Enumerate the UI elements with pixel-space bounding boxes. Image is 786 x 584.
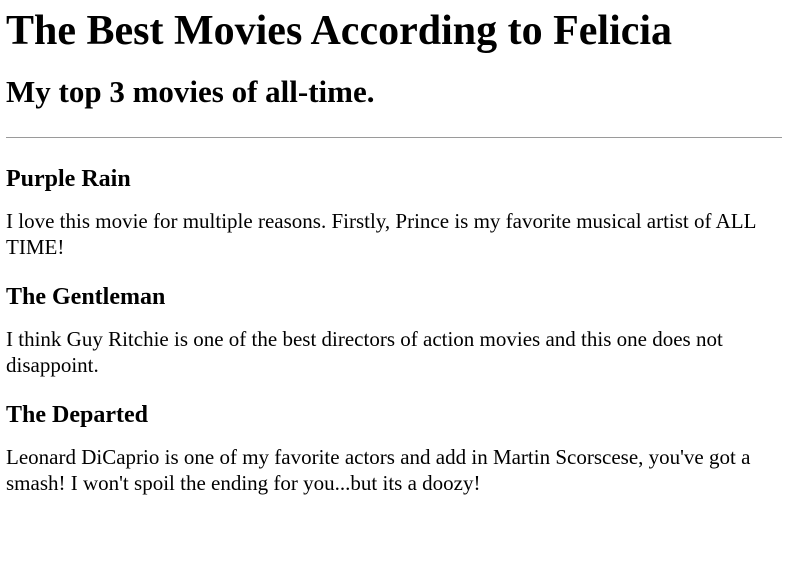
movie-title: The Departed [6,402,148,428]
divider [6,137,782,138]
page-subtitle: My top 3 movies of all-time. [6,74,375,109]
movie-entry-purple-rain: Purple Rain I love this movie for multip… [6,164,782,260]
movie-entry-the-gentleman: The Gentleman I think Guy Ritchie is one… [6,282,782,378]
movie-title: Purple Rain [6,166,131,192]
page-title: The Best Movies According to Felicia [6,8,673,54]
movie-entry-the-departed: The Departed Leonard DiCaprio is one of … [6,400,782,496]
movie-description: I love this movie for multiple reasons. … [6,209,756,259]
movie-description: I think Guy Ritchie is one of the best d… [6,327,723,377]
movie-title: The Gentleman [6,284,166,310]
page-content: The Best Movies According to Felicia My … [0,0,786,496]
movie-description: Leonard DiCaprio is one of my favorite a… [6,445,751,495]
